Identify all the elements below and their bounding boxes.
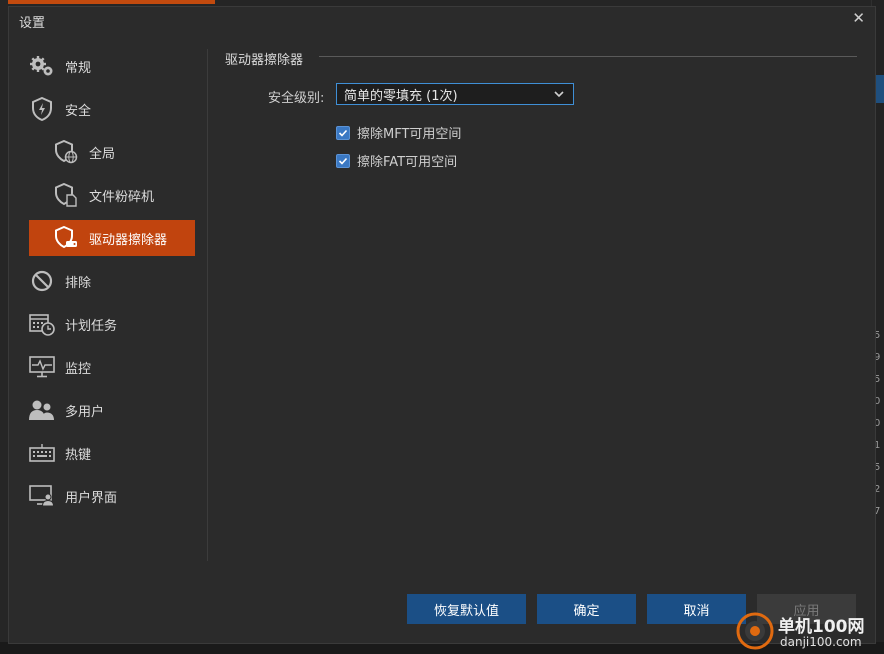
sidebar-item-label: 计划任务 bbox=[65, 318, 118, 334]
wipe-fat-checkbox[interactable] bbox=[336, 153, 350, 168]
sidebar-divider bbox=[207, 49, 208, 561]
sidebar-item-label: 用户界面 bbox=[65, 490, 118, 506]
wipe-mft-checkbox-row[interactable]: 擦除MFT可用空间 bbox=[336, 123, 461, 142]
sidebar-item-multi-user[interactable]: 多用户 bbox=[29, 392, 195, 428]
sidebar-item-label: 常规 bbox=[65, 60, 92, 76]
security-level-select[interactable]: 简单的零填充 (1次) bbox=[336, 83, 574, 105]
sidebar-item-user-interface[interactable]: 用户界面 bbox=[29, 478, 195, 514]
sidebar-item-label: 监控 bbox=[65, 361, 92, 377]
gears-icon bbox=[29, 53, 55, 79]
watermark-url: danji100.com bbox=[780, 635, 862, 649]
monitor-user-icon bbox=[29, 483, 55, 509]
sidebar-item-label: 全局 bbox=[89, 146, 116, 162]
chevron-down-icon bbox=[553, 88, 565, 104]
wipe-mft-label: 擦除MFT可用空间 bbox=[357, 127, 462, 142]
sidebar-item-exclusions[interactable]: 排除 bbox=[29, 263, 195, 299]
prohibited-icon bbox=[29, 268, 55, 294]
restore-defaults-button[interactable]: 恢复默认值 bbox=[407, 594, 526, 624]
sidebar-item-label: 文件粉碎机 bbox=[89, 189, 155, 205]
watermark-title: 单机100网 bbox=[778, 617, 865, 637]
settings-dialog: 设置 ✕ 常规 安全 全局 文件粉碎机 驱动器擦除器 排除 计划任务 监控 多用… bbox=[8, 6, 876, 644]
sidebar-item-security[interactable]: 安全 bbox=[29, 91, 195, 127]
calendar-clock-icon bbox=[29, 311, 55, 337]
cancel-button[interactable]: 取消 bbox=[647, 594, 746, 624]
sidebar-item-monitoring[interactable]: 监控 bbox=[29, 349, 195, 385]
sidebar-item-scheduled-tasks[interactable]: 计划任务 bbox=[29, 306, 195, 342]
sidebar-item-drive-wiper[interactable]: 驱动器擦除器 bbox=[29, 220, 195, 256]
background-app-left-edge bbox=[0, 0, 8, 654]
sidebar-item-label: 驱动器擦除器 bbox=[89, 232, 168, 248]
sidebar-item-file-shredder[interactable]: 文件粉碎机 bbox=[29, 177, 195, 213]
shield-globe-icon bbox=[53, 139, 79, 165]
background-app-accent-bar bbox=[0, 0, 215, 4]
shield-file-icon bbox=[53, 182, 79, 208]
wipe-mft-checkbox[interactable] bbox=[336, 125, 350, 140]
wipe-fat-label: 擦除FAT可用空间 bbox=[357, 155, 458, 170]
keyboard-icon bbox=[29, 440, 55, 466]
sidebar-item-label: 排除 bbox=[65, 275, 92, 291]
section-divider bbox=[319, 56, 857, 57]
watermark-logo-icon bbox=[736, 612, 774, 650]
shield-lightning-icon bbox=[29, 96, 55, 122]
watermark: 单机100网 danji100.com bbox=[736, 612, 884, 652]
sidebar-item-label: 多用户 bbox=[65, 404, 105, 420]
dialog-title: 设置 bbox=[19, 16, 46, 31]
wipe-fat-checkbox-row[interactable]: 擦除FAT可用空间 bbox=[336, 151, 457, 170]
security-level-value: 简单的零填充 (1次) bbox=[344, 88, 458, 104]
ok-button[interactable]: 确定 bbox=[537, 594, 636, 624]
sidebar-item-label: 热键 bbox=[65, 447, 92, 463]
sidebar-item-general[interactable]: 常规 bbox=[29, 48, 195, 84]
section-title: 驱动器擦除器 bbox=[225, 53, 304, 68]
close-icon[interactable]: ✕ bbox=[852, 9, 865, 27]
users-icon bbox=[29, 397, 55, 423]
sidebar-item-global[interactable]: 全局 bbox=[29, 134, 195, 170]
sidebar-item-label: 安全 bbox=[65, 103, 92, 119]
shield-drive-icon bbox=[53, 225, 79, 251]
security-level-label: 安全级别: bbox=[268, 91, 325, 106]
monitor-pulse-icon bbox=[29, 354, 55, 380]
sidebar-item-hotkeys[interactable]: 热键 bbox=[29, 435, 195, 471]
